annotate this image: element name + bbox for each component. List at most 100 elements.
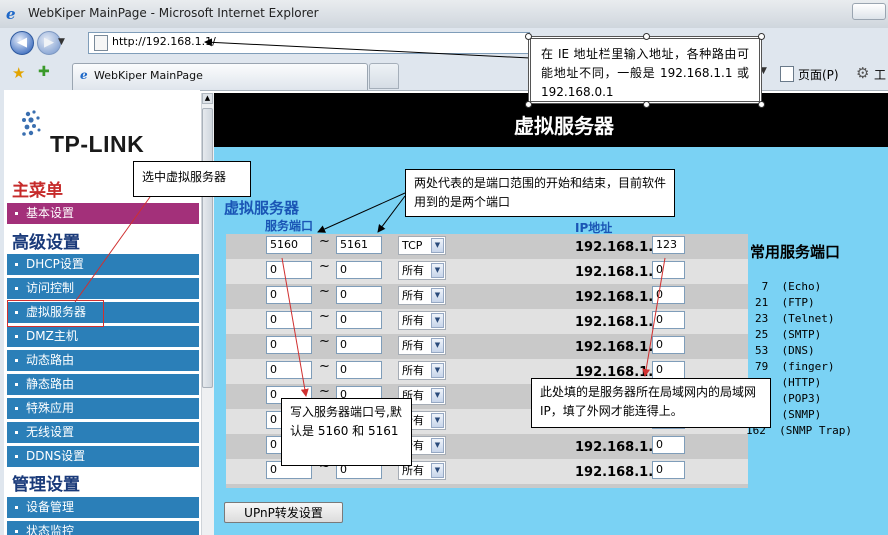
port-end-input[interactable]: 0 xyxy=(336,311,382,329)
ip-prefix: 192.168.1. xyxy=(575,265,654,280)
sidebar-item-label: DDNS设置 xyxy=(26,449,86,463)
protocol-value: 所有 xyxy=(402,339,424,352)
sidebar-item-status-monitor[interactable]: 状态监控 xyxy=(7,521,199,535)
callout-ie-address: 在 IE 地址栏里输入地址，各种路由可能地址不同，一般是 192.168.1.1… xyxy=(528,36,762,104)
sidebar-item-wireless[interactable]: 无线设置 xyxy=(7,422,199,443)
protocol-select[interactable]: 所有 ▼ xyxy=(398,336,446,355)
sidebar-item-dmz[interactable]: DMZ主机 xyxy=(7,326,199,347)
callout-port-range: 两处代表的是端口范围的开始和结束，目前软件用到的是两个端口 xyxy=(405,169,675,217)
sidebar-item-dhcp[interactable]: DHCP设置 xyxy=(7,254,199,275)
ip-last-octet-input[interactable]: 0 xyxy=(652,336,685,354)
protocol-value: 所有 xyxy=(402,264,424,277)
resize-handle xyxy=(758,33,765,40)
ip-last-octet-input[interactable]: 0 xyxy=(652,261,685,279)
common-port-item: 25 (SMTP) xyxy=(755,328,822,341)
protocol-select[interactable]: 所有 ▼ xyxy=(398,261,446,280)
port-start-input[interactable]: 5160 xyxy=(266,236,312,254)
ip-prefix: 192.168.1. xyxy=(575,440,654,455)
sidebar-item-label: DHCP设置 xyxy=(26,257,84,271)
main-menu-heading: 主菜单 xyxy=(12,181,63,201)
sidebar-item-special-apps[interactable]: 特殊应用 xyxy=(7,398,199,419)
new-tab-button[interactable] xyxy=(369,63,399,89)
port-end-input[interactable]: 0 xyxy=(336,286,382,304)
section-title: 虚拟服务器 xyxy=(224,199,300,217)
ip-prefix: 192.168.1. xyxy=(575,465,654,480)
resize-handle xyxy=(758,101,765,108)
range-tilde: ~ xyxy=(319,359,330,374)
upnp-settings-button[interactable]: UPnP转发设置 xyxy=(224,502,343,523)
chevron-down-icon: ▼ xyxy=(431,263,444,278)
sidebar-item-dynamic-routing[interactable]: 动态路由 xyxy=(7,350,199,371)
history-dropdown-icon[interactable]: ▼ xyxy=(58,37,68,47)
window-controls[interactable] xyxy=(852,3,886,20)
page-menu-icon[interactable] xyxy=(780,66,794,82)
port-end-input[interactable]: 0 xyxy=(336,261,382,279)
sidebar-item-label: 特殊应用 xyxy=(26,401,75,415)
add-favorite-icon[interactable]: ✚ xyxy=(38,64,50,80)
ip-prefix: 192.168.1. xyxy=(575,340,654,355)
common-port-item: 23 (Telnet) xyxy=(755,312,835,325)
port-start-input[interactable]: 0 xyxy=(266,336,312,354)
table-row: 5160 ~ 5161 TCP ▼ 192.168.1. 123 xyxy=(226,234,748,259)
advanced-settings-heading: 高级设置 xyxy=(12,233,80,253)
ip-last-octet-input[interactable]: 0 xyxy=(652,361,685,379)
favorites-star-icon[interactable]: ★ xyxy=(12,64,25,82)
sidebar-item-basic-settings[interactable]: 基本设置 xyxy=(7,203,199,224)
common-port-item: 53 (DNS) xyxy=(755,344,815,357)
table-row: 0 ~ 0 所有 ▼ 192.168.1. 0 xyxy=(226,334,748,359)
ip-last-octet-input[interactable]: 0 xyxy=(652,461,685,479)
range-tilde: ~ xyxy=(319,259,330,274)
tab-label: WebKiper MainPage xyxy=(94,69,203,82)
tplink-logo: TP-LINK xyxy=(50,131,145,157)
ip-prefix: 192.168.1. xyxy=(575,240,654,255)
table-row: 0 ~ 0 所有 ▼ 192.168.1. 0 xyxy=(226,259,748,284)
chevron-down-icon: ▼ xyxy=(431,388,444,403)
page-title: 虚拟服务器 xyxy=(514,114,614,138)
back-button[interactable]: ◀ xyxy=(10,31,34,55)
common-port-item: 79 (finger) xyxy=(755,360,835,373)
chevron-down-icon: ▼ xyxy=(431,288,444,303)
scroll-up-icon[interactable]: ▲ xyxy=(202,93,213,104)
port-start-input[interactable]: 0 xyxy=(266,261,312,279)
tools-menu[interactable]: 工 xyxy=(874,66,886,83)
protocol-select[interactable]: 所有 ▼ xyxy=(398,361,446,380)
page-menu[interactable]: 页面(P) xyxy=(798,66,839,83)
port-start-input[interactable]: 0 xyxy=(266,286,312,304)
chevron-down-icon: ▼ xyxy=(431,338,444,353)
scrollbar-thumb[interactable] xyxy=(202,108,213,388)
port-start-input[interactable]: 0 xyxy=(266,361,312,379)
sidebar-item-access-control[interactable]: 访问控制 xyxy=(7,278,199,299)
ip-last-octet-input[interactable]: 0 xyxy=(652,286,685,304)
callout-lan-ip: 此处填的是服务器所在局域网内的局域网 IP，填了外网才能连得上。 xyxy=(531,378,771,428)
sidebar-item-label: 无线设置 xyxy=(26,425,75,439)
ip-last-octet-input[interactable]: 123 xyxy=(652,236,685,254)
ip-last-octet-input[interactable]: 0 xyxy=(652,436,685,454)
port-start-input[interactable]: 0 xyxy=(266,311,312,329)
range-tilde: ~ xyxy=(319,284,330,299)
ip-last-octet-input[interactable]: 0 xyxy=(652,311,685,329)
chevron-down-icon: ▼ xyxy=(431,363,444,378)
gear-icon[interactable]: ⚙ xyxy=(856,64,869,82)
protocol-select[interactable]: TCP ▼ xyxy=(398,236,446,255)
resize-handle xyxy=(643,33,650,40)
management-settings-heading: 管理设置 xyxy=(12,475,80,495)
port-end-input[interactable]: 0 xyxy=(336,336,382,354)
sidebar-item-label: 状态监控 xyxy=(26,524,75,535)
port-end-input[interactable]: 5161 xyxy=(336,236,382,254)
range-tilde: ~ xyxy=(319,234,330,249)
common-port-item: 21 (FTP) xyxy=(755,296,815,309)
sidebar-item-ddns[interactable]: DDNS设置 xyxy=(7,446,199,467)
window-title: WebKiper MainPage - Microsoft Internet E… xyxy=(28,6,319,20)
address-input[interactable] xyxy=(112,35,222,48)
tplink-logo-dots-icon xyxy=(22,110,41,136)
port-end-input[interactable]: 0 xyxy=(336,361,382,379)
resize-handle xyxy=(525,101,532,108)
protocol-select[interactable]: 所有 ▼ xyxy=(398,311,446,330)
sidebar-item-label: 基本设置 xyxy=(26,206,75,220)
protocol-select[interactable]: 所有 ▼ xyxy=(398,286,446,305)
page-icon xyxy=(94,35,108,51)
chevron-down-icon: ▼ xyxy=(431,313,444,328)
sidebar-item-device-management[interactable]: 设备管理 xyxy=(7,497,199,518)
sidebar-item-static-routing[interactable]: 静态路由 xyxy=(7,374,199,395)
sidebar-item-label: 动态路由 xyxy=(26,353,75,367)
